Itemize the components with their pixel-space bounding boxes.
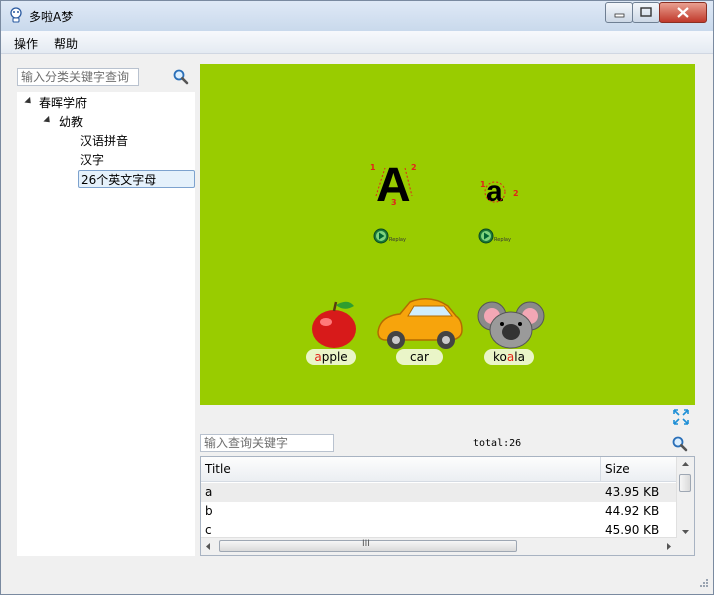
scroll-corner	[677, 538, 694, 555]
svg-text:2: 2	[411, 163, 417, 172]
lesson-illustration: A 1 2 3 a 1 2 Replay Replay	[312, 159, 545, 349]
svg-text:1: 1	[370, 163, 376, 172]
svg-text:1: 1	[480, 180, 486, 189]
word-koala[interactable]: koala	[484, 349, 534, 365]
tree-node-school[interactable]: 春晖学府	[39, 94, 87, 112]
lesson-preview[interactable]: A 1 2 3 a 1 2 Replay Replay apple car ko…	[200, 64, 695, 405]
main-window: 多啦A梦 操作 帮助 春晖学府 幼教 汉语拼音 汉字 26个英文字母	[0, 0, 714, 595]
category-tree: 春晖学府 幼教 汉语拼音 汉字 26个英文字母	[17, 92, 195, 556]
close-button[interactable]	[659, 2, 707, 23]
koala-picture	[477, 301, 545, 349]
minimize-icon	[614, 13, 625, 18]
svg-text:Replay: Replay	[494, 237, 511, 243]
car-picture	[377, 298, 463, 349]
search-icon[interactable]	[671, 435, 689, 453]
svg-text:3: 3	[391, 198, 397, 207]
horizontal-scrollbar[interactable]: III	[201, 537, 677, 555]
total-count: total:26	[473, 438, 522, 449]
tree-node-hanzi[interactable]: 汉字	[80, 151, 104, 169]
menu-help[interactable]: 帮助	[54, 35, 78, 52]
title-bar[interactable]: 多啦A梦	[1, 1, 713, 31]
row-size: 43.95 KB	[605, 485, 660, 499]
search-icon[interactable]	[172, 68, 190, 86]
maximize-icon	[640, 7, 652, 17]
row-title: b	[205, 504, 213, 518]
menu-bar: 操作 帮助	[1, 31, 713, 54]
resource-search-input[interactable]	[201, 435, 333, 451]
apple-picture	[312, 301, 356, 348]
replay-button-upper[interactable]: Replay	[373, 228, 406, 244]
category-search-box[interactable]	[17, 68, 139, 86]
svg-text:Replay: Replay	[389, 237, 406, 243]
tree-node-preschool[interactable]: 幼教	[59, 113, 83, 131]
scroll-arrows-icon	[682, 462, 689, 534]
close-icon	[677, 7, 689, 18]
word-apple[interactable]: apple	[306, 349, 356, 365]
horizontal-scroll-thumb[interactable]: III	[219, 539, 517, 552]
menu-operate[interactable]: 操作	[14, 35, 38, 52]
column-header-size[interactable]: Size	[605, 462, 630, 476]
vertical-scroll-thumb[interactable]	[679, 474, 691, 492]
replay-button-lower[interactable]: Replay	[478, 228, 511, 244]
row-size: 44.92 KB	[605, 504, 660, 518]
letter-lower: a	[486, 175, 503, 208]
resize-grip-icon[interactable]	[697, 578, 709, 590]
table-header: Title Size	[201, 457, 677, 482]
maximize-button[interactable]	[632, 2, 660, 23]
table-row[interactable]: a 43.95 KB	[201, 483, 677, 502]
resource-search-box[interactable]	[200, 434, 334, 452]
fullscreen-icon[interactable]	[672, 408, 690, 426]
window-title: 多啦A梦	[29, 10, 74, 24]
column-header-title[interactable]: Title	[205, 462, 231, 476]
row-title: a	[205, 485, 213, 499]
scroll-grip: III	[362, 539, 370, 549]
word-car[interactable]: car	[396, 349, 443, 365]
minimize-button[interactable]	[605, 2, 633, 23]
table-row[interactable]: b 44.92 KB	[201, 502, 677, 521]
expand-triangle-icon[interactable]	[43, 115, 53, 126]
vertical-scrollbar[interactable]	[676, 457, 694, 539]
app-logo-icon	[10, 7, 22, 23]
tree-node-alphabet[interactable]: 26个英文字母	[78, 170, 195, 188]
svg-text:2: 2	[513, 189, 519, 198]
expand-triangle-icon[interactable]	[24, 96, 34, 107]
resource-table: Title Size a 43.95 KB b 44.92 KB c 45.90…	[200, 456, 695, 556]
tree-node-pinyin[interactable]: 汉语拼音	[80, 132, 128, 150]
category-search-input[interactable]	[18, 69, 138, 85]
